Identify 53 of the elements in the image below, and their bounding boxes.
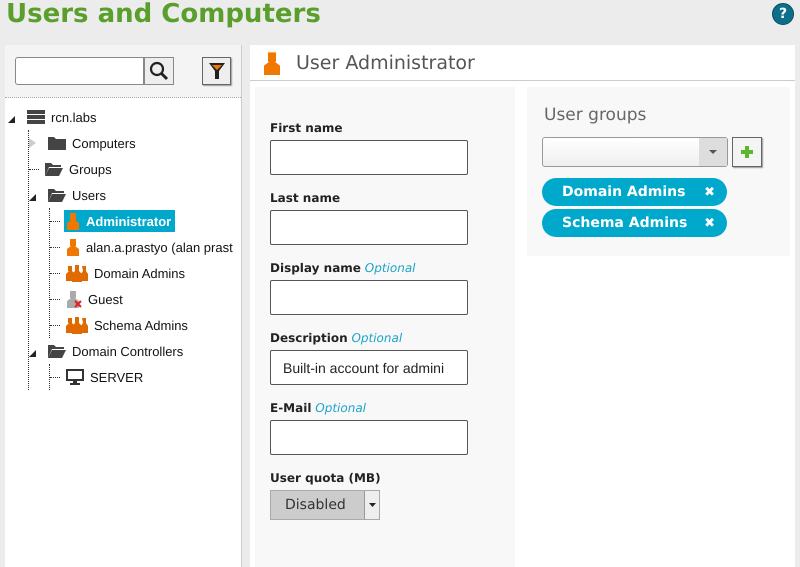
filter-button[interactable]	[202, 57, 231, 85]
collapse-arrow-icon[interactable]	[29, 194, 36, 200]
field-label: Display name Optional	[270, 261, 417, 275]
caret-icon	[368, 503, 376, 507]
user-disabled-icon	[66, 290, 82, 308]
search-button[interactable]	[144, 57, 174, 85]
plus-icon	[741, 146, 753, 158]
monitor-icon	[66, 369, 84, 385]
group-dropdown[interactable]	[542, 137, 728, 167]
field-label: Last name	[270, 191, 342, 205]
tag-label: Schema Admins	[562, 215, 688, 231]
section-title: User groups	[544, 105, 648, 125]
tree-item[interactable]: Schema Admins	[64, 314, 192, 336]
tree-item[interactable]: alan.a.prastyo (alan prast	[64, 236, 237, 258]
open-folder-icon	[45, 162, 63, 176]
field-label: First name	[270, 121, 344, 135]
user-icon	[66, 212, 80, 230]
tree-item[interactable]: Computers	[46, 134, 140, 152]
user-group-icon	[66, 316, 88, 334]
user-icon	[262, 50, 282, 74]
tree-item[interactable]: Users	[46, 186, 110, 204]
add-button[interactable]	[732, 137, 762, 167]
text-field[interactable]	[270, 280, 468, 315]
field-label: Description Optional	[270, 331, 404, 345]
caret-icon	[709, 150, 717, 154]
quota-dropdown[interactable]: Disabled	[270, 490, 380, 520]
folder-icon	[48, 136, 66, 150]
text-field[interactable]	[270, 210, 468, 245]
tag-label: Domain Admins	[562, 184, 686, 200]
open-folder-icon	[48, 344, 66, 358]
text-field[interactable]: Built-in account for admini	[270, 350, 468, 385]
field-label: E-Mail Optional	[270, 401, 368, 415]
tree-item[interactable]: Domain Admins	[64, 262, 190, 284]
user-group-icon	[66, 264, 88, 282]
search-icon	[149, 61, 170, 81]
server-stack-icon	[27, 110, 45, 124]
filter-icon	[208, 61, 226, 81]
tree-item[interactable]: Groups	[43, 160, 116, 178]
help-button[interactable]: ?	[772, 3, 794, 25]
text-field[interactable]	[270, 420, 468, 455]
text-field[interactable]	[270, 140, 468, 175]
user-icon	[66, 238, 80, 256]
open-folder-icon	[48, 188, 66, 202]
tree-item[interactable]: SERVER	[64, 367, 148, 387]
collapse-arrow-icon[interactable]	[29, 350, 36, 356]
field-label: User quota (MB)	[270, 471, 382, 485]
tree-item[interactable]: Guest	[64, 288, 127, 310]
panel-title: User Administrator	[296, 52, 475, 74]
page-title: Users and Computers	[6, 0, 321, 29]
tree-item[interactable]: Domain Controllers	[46, 342, 188, 360]
search-field[interactable]	[15, 57, 144, 85]
collapse-arrow-icon[interactable]	[8, 116, 15, 122]
tree-item[interactable]: rcn.labs	[25, 108, 101, 126]
